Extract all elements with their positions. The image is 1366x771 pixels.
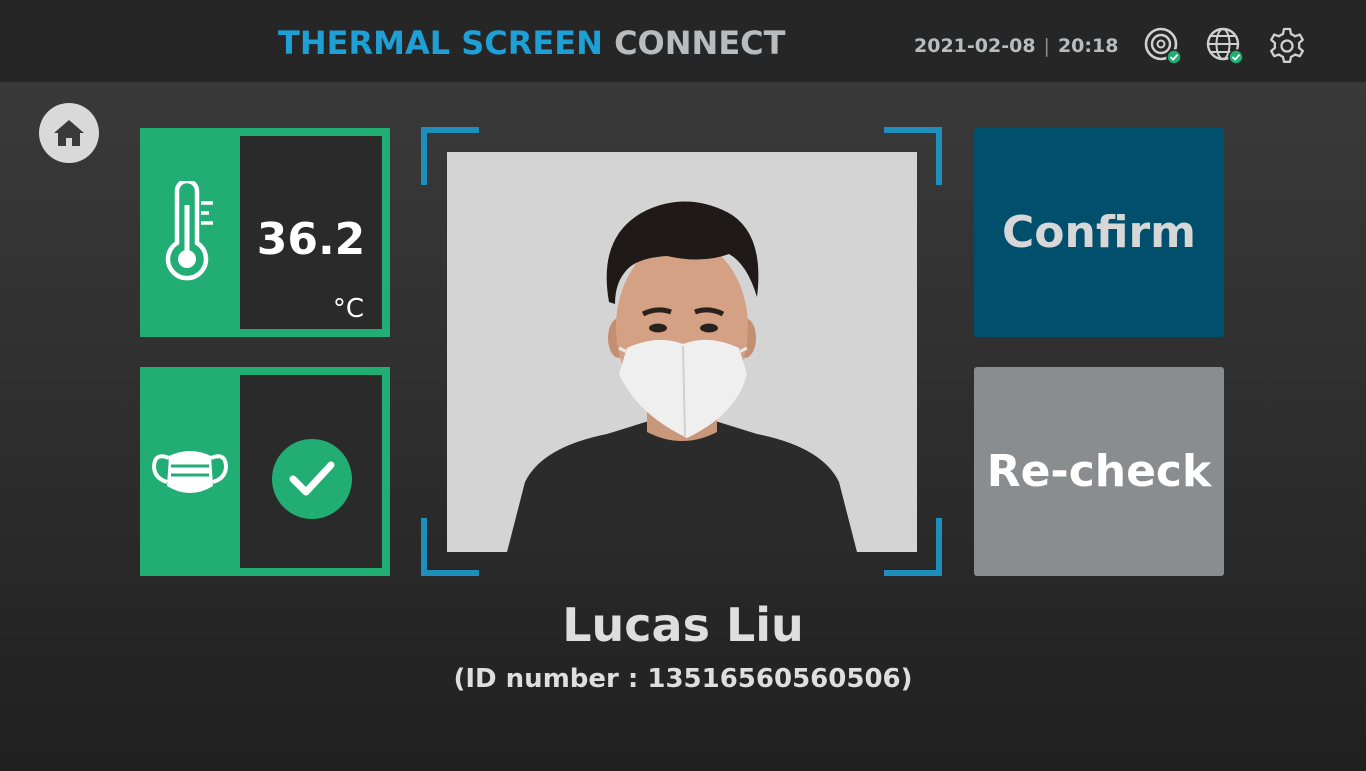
app-title-connect: CONNECT	[614, 24, 786, 62]
mask-status-panel	[240, 375, 382, 568]
thermal-sensor-connected-icon[interactable]	[1143, 26, 1183, 66]
datetime-separator: |	[1043, 35, 1050, 57]
temperature-icon-box	[140, 128, 240, 337]
face-mask-icon	[151, 450, 229, 493]
top-bar: THERMAL SCREEN CONNECT 2021-02-08 | 20:18	[0, 0, 1366, 82]
camera-photo	[447, 152, 917, 552]
mask-card	[140, 367, 390, 576]
time-text: 20:18	[1057, 35, 1119, 57]
person-id-number: (ID number : 13516560560506)	[453, 664, 913, 694]
temperature-value: 36.2	[256, 214, 366, 265]
mask-check-badge	[272, 439, 352, 519]
person-photo	[447, 152, 917, 552]
network-connected-icon[interactable]	[1205, 26, 1245, 66]
app-title-thermal-screen: THERMAL SCREEN	[278, 24, 603, 62]
home-button[interactable]	[39, 103, 99, 163]
check-icon	[289, 461, 335, 496]
confirm-button[interactable]: Confirm	[974, 128, 1224, 337]
datetime: 2021-02-08 | 20:18	[914, 35, 1118, 57]
app-title: THERMAL SCREEN CONNECT	[278, 24, 785, 62]
recheck-button[interactable]: Re-check	[974, 367, 1224, 576]
home-icon	[54, 120, 84, 146]
gear-icon[interactable]	[1267, 26, 1307, 66]
date-text: 2021-02-08	[914, 35, 1036, 57]
temperature-unit: °C	[332, 294, 364, 324]
mask-icon-box	[140, 367, 240, 576]
temperature-reading-panel: 36.2 °C	[240, 136, 382, 329]
temperature-card: 36.2 °C	[140, 128, 390, 337]
thermometer-icon	[165, 180, 213, 280]
person-name: Lucas Liu	[562, 598, 804, 652]
